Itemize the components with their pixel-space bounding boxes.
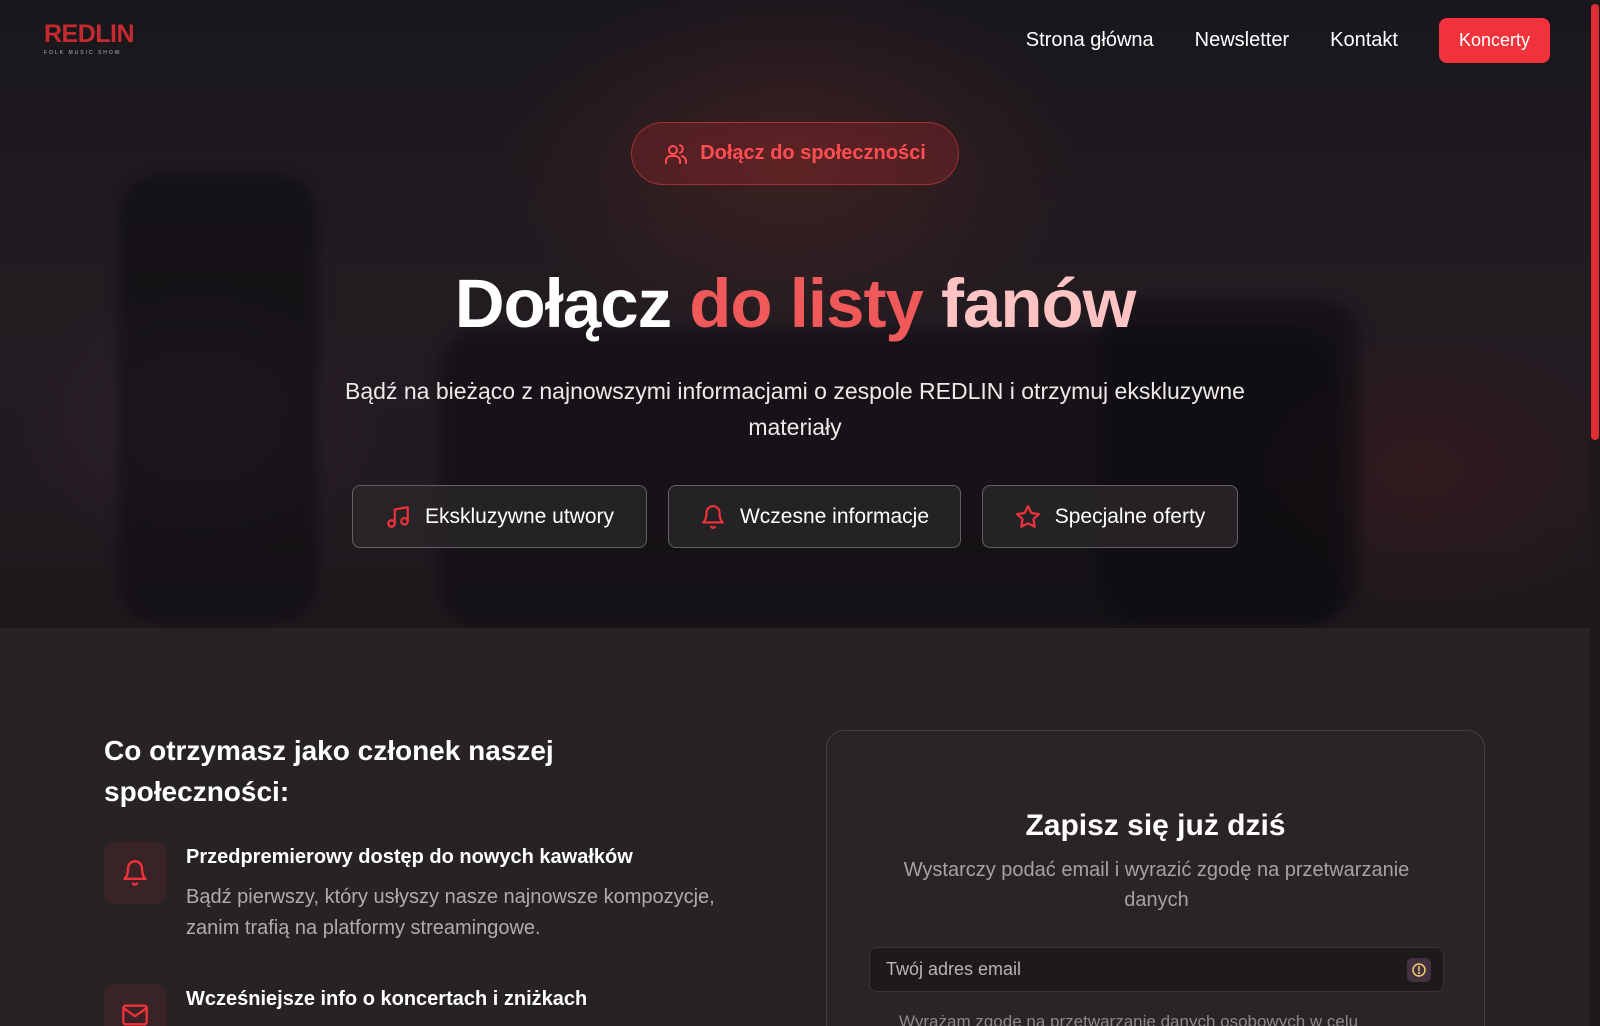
- feature-early-info[interactable]: Wczesne informacje: [668, 485, 961, 548]
- password-manager-icon[interactable]: [1407, 958, 1431, 982]
- nav-link-contact[interactable]: Kontakt: [1330, 29, 1398, 52]
- benefits-heading: Co otrzymasz jako członek naszej społecz…: [104, 735, 554, 807]
- bell-icon: [702, 504, 724, 529]
- benefit-item: Przedpremierowy dostęp do nowych kawałkó…: [104, 842, 744, 962]
- logo-tagline: FOLK MUSIC SHOW: [44, 50, 122, 56]
- page-scrollbar[interactable]: [1590, 0, 1600, 1026]
- hero-title-part-2: do listy: [689, 265, 924, 342]
- scrollbar-thumb[interactable]: [1591, 4, 1599, 440]
- feature-exclusive-tracks[interactable]: Ekskluzywne utwory: [352, 485, 647, 548]
- benefit-title: Wcześniejsze info o koncertach i zniżkac…: [186, 988, 588, 1010]
- bell-icon: [123, 860, 147, 886]
- benefit-icon-box: [104, 842, 166, 904]
- benefit-icon-box: [104, 984, 166, 1026]
- hero-title: Dołącz do listy fanów: [0, 264, 1590, 343]
- hero-title-part-1: Dołącz: [454, 265, 672, 342]
- benefit-item: Wcześniejsze info o koncertach i zniżkac…: [104, 984, 744, 1026]
- feature-special-offers-label: Specjalne oferty: [1054, 504, 1206, 528]
- star-icon: [1015, 504, 1040, 528]
- hero-subtitle: Bądź na bieżąco z najnowszymi informacja…: [345, 378, 1245, 440]
- main-nav: Strona główna Newsletter Kontakt Koncert…: [1026, 18, 1550, 63]
- nav-link-home[interactable]: Strona główna: [1026, 29, 1154, 52]
- join-community-badge[interactable]: Dołącz do społeczności: [631, 122, 959, 185]
- logo-text: REDLIN: [44, 20, 135, 48]
- users-icon: [665, 143, 688, 164]
- music-note-icon: [387, 505, 409, 528]
- redlin-logo[interactable]: REDLIN FOLK MUSIC SHOW: [44, 20, 144, 57]
- concerts-button[interactable]: Koncerty: [1438, 18, 1550, 63]
- hero-section: REDLIN FOLK MUSIC SHOW Strona główna New…: [0, 0, 1600, 628]
- feature-special-offers[interactable]: Specjalne oferty: [982, 485, 1238, 548]
- feature-early-info-label: Wczesne informacje: [739, 504, 930, 528]
- email-field[interactable]: [869, 947, 1444, 992]
- mail-icon: [122, 1004, 148, 1026]
- signup-subtitle: Wystarczy podać email i wyrazić zgodę na…: [903, 859, 1410, 911]
- signup-card: Zapisz się już dziś Wystarczy podać emai…: [826, 730, 1485, 1026]
- feature-exclusive-tracks-label: Ekskluzywne utwory: [424, 504, 615, 528]
- consent-checkbox-label[interactable]: Wyrażam zgodę na przetwarzanie danych os…: [899, 1012, 1429, 1026]
- nav-link-newsletter[interactable]: Newsletter: [1195, 29, 1289, 52]
- signup-title: Zapisz się już dziś: [1025, 809, 1286, 842]
- hero-title-part-3: fanów: [940, 265, 1136, 342]
- benefit-title: Przedpremierowy dostęp do nowych kawałkó…: [186, 846, 633, 868]
- benefit-description: Bądź pierwszy, który usłyszy nasze najno…: [186, 886, 715, 939]
- join-community-label: Dołącz do społeczności: [700, 142, 926, 164]
